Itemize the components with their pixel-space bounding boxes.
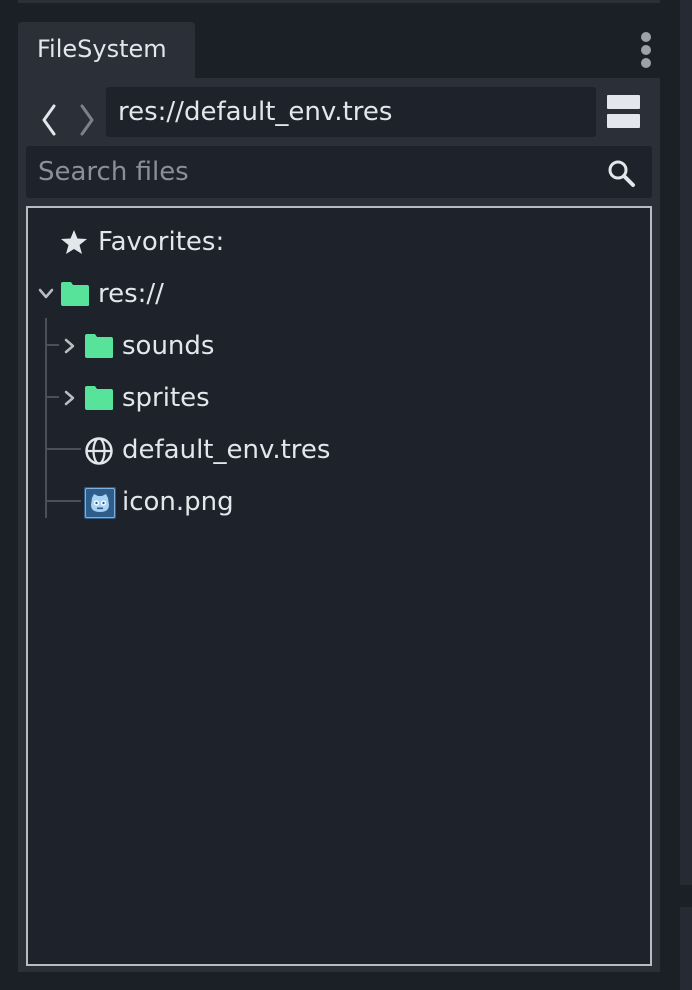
tree-row-file[interactable]: icon.png [28, 482, 648, 522]
environment-globe-icon [85, 437, 113, 465]
chevron-down-icon[interactable] [38, 287, 54, 301]
tab-filesystem[interactable]: FileSystem [18, 22, 195, 80]
tree-row-root[interactable]: res:// [28, 274, 648, 314]
image-file-icon [84, 487, 116, 519]
back-button[interactable] [36, 100, 64, 140]
tree-item-label: default_env.tres [122, 435, 331, 465]
chevron-right-icon[interactable] [62, 390, 76, 406]
split-layout-icon [607, 95, 640, 109]
chevron-left-icon [42, 104, 56, 136]
tree-item-label: icon.png [122, 487, 234, 517]
search-input[interactable] [26, 146, 596, 198]
search-icon[interactable] [606, 158, 636, 188]
tree-row-folder[interactable]: sprites [28, 378, 648, 418]
tree-row-folder[interactable]: sounds [28, 326, 648, 366]
filesystem-panel: res:// default_env.tres Search files Favo… [18, 78, 660, 972]
filesystem-dock: FileSystem res:// default_env.tres Search… [18, 22, 660, 972]
dock-menu-icon[interactable] [636, 30, 656, 70]
chevron-right-icon [80, 104, 94, 136]
adjacent-panel-gap [680, 885, 692, 907]
folder-icon [85, 334, 113, 358]
toggle-split-mode-button[interactable] [607, 95, 640, 129]
forward-button[interactable] [72, 100, 100, 140]
tree-row-file[interactable]: default_env.tres [28, 430, 648, 470]
split-layout-icon-bottom [607, 114, 640, 128]
path-field[interactable]: res://default_env.tres [106, 87, 596, 137]
tree-item-label: sounds [122, 331, 215, 361]
chevron-right-icon[interactable] [62, 338, 76, 354]
editor-window: FileSystem res:// default_env.tres Search… [0, 0, 692, 990]
search-box [26, 146, 652, 198]
tree-item-label: res:// [98, 279, 164, 309]
star-icon [61, 230, 87, 254]
favorites-label: Favorites: [98, 227, 225, 257]
folder-icon [85, 386, 113, 410]
folder-icon [61, 282, 89, 306]
adjacent-panel-edge [680, 0, 692, 990]
top-divider [18, 0, 660, 3]
favorites-row[interactable]: Favorites: [28, 222, 648, 262]
tree-item-label: sprites [122, 383, 210, 413]
file-tree[interactable]: Favorites: res:// sounds sprites default… [26, 206, 652, 966]
